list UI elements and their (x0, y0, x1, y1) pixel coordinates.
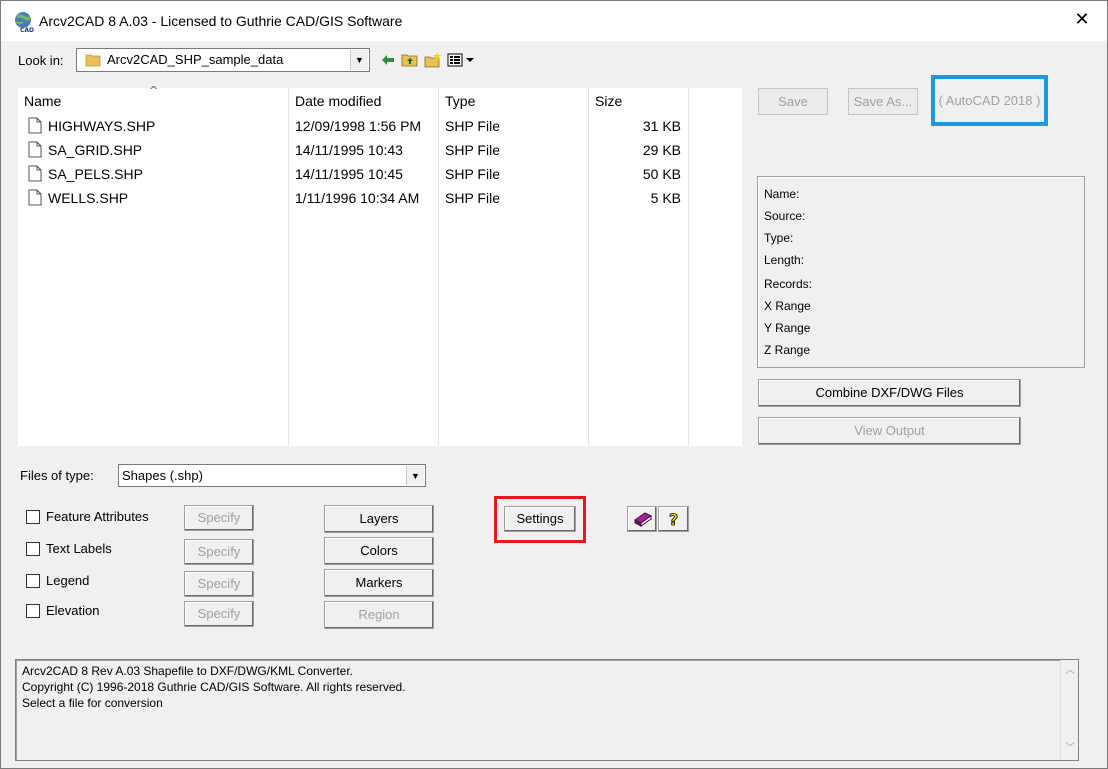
column-header-size[interactable]: Size (595, 93, 622, 109)
scroll-down-icon[interactable]: ﹀ (1061, 740, 1079, 758)
file-date: 12/09/1998 1:56 PM (295, 118, 422, 134)
close-icon[interactable]: ✕ (1073, 11, 1091, 29)
up-folder-icon[interactable] (401, 51, 419, 69)
info-xrange-label: X Range (764, 299, 811, 313)
view-menu-icon[interactable] (447, 51, 477, 69)
filetype-label: Files of type: (20, 468, 94, 483)
region-button[interactable]: Region (324, 601, 434, 629)
file-icon (28, 141, 42, 158)
file-icon (28, 165, 42, 182)
markers-button[interactable]: Markers (324, 569, 434, 597)
view-output-button[interactable]: View Output (758, 417, 1021, 445)
title-bar[interactable]: CAD Arcv2CAD 8 A.03 - Licensed to Guthri… (1, 1, 1107, 41)
settings-button[interactable]: Settings (504, 506, 576, 532)
status-line-2: Copyright (C) 1996-2018 Guthrie CAD/GIS … (22, 680, 406, 694)
column-header-date[interactable]: Date modified (295, 93, 381, 109)
lookin-folder-name: Arcv2CAD_SHP_sample_data (107, 52, 284, 67)
chevron-down-icon[interactable]: ▼ (350, 50, 368, 70)
filetype-select[interactable]: Shapes (.shp) ▼ (118, 464, 426, 487)
save-button[interactable]: Save (758, 88, 828, 115)
autocad-version-button[interactable]: ( AutoCAD 2018 ) (935, 93, 1044, 108)
question-mark-icon: ? (669, 510, 679, 528)
info-type-label: Type: (764, 231, 794, 245)
sort-ascending-icon: ^ (149, 84, 159, 97)
new-folder-icon[interactable] (424, 51, 442, 69)
vertical-scrollbar[interactable]: ︿ ﹀ (1060, 660, 1078, 760)
chevron-down-icon[interactable]: ▼ (406, 466, 424, 485)
legend-checkbox[interactable] (26, 574, 40, 588)
colors-button[interactable]: Colors (324, 537, 434, 565)
file-type: SHP File (445, 190, 500, 206)
file-row[interactable]: WELLS.SHP 1/11/1996 10:34 AM SHP File 5 … (18, 186, 742, 210)
column-header-name[interactable]: Name (24, 93, 61, 109)
file-date: 14/11/1995 10:43 (295, 142, 403, 158)
help-button[interactable]: ? (658, 506, 689, 532)
file-row[interactable]: HIGHWAYS.SHP 12/09/1998 1:56 PM SHP File… (18, 114, 742, 138)
elevation-label: Elevation (46, 603, 100, 618)
combine-dxf-dwg-button[interactable]: Combine DXF/DWG Files (758, 379, 1021, 407)
info-zrange-label: Z Range (764, 343, 811, 357)
svg-text:CAD: CAD (20, 27, 34, 33)
file-size: 5 KB (650, 190, 681, 206)
specify-text-labels-button[interactable]: Specify (184, 539, 254, 565)
file-size: 31 KB (642, 118, 681, 134)
file-date: 1/11/1996 10:34 AM (295, 190, 420, 206)
file-name: SA_PELS.SHP (48, 166, 143, 182)
status-text-area[interactable]: Arcv2CAD 8 Rev A.03 Shapefile to DXF/DWG… (15, 659, 1079, 761)
file-name: SA_GRID.SHP (48, 142, 143, 158)
column-header-type[interactable]: Type (445, 93, 475, 109)
status-line-3: Select a file for conversion (22, 696, 163, 710)
file-list[interactable]: ^ Name Date modified Type Size HIGHWAYS.… (18, 84, 742, 446)
file-row[interactable]: SA_GRID.SHP 14/11/1995 10:43 SHP File 29… (18, 138, 742, 162)
scroll-up-icon[interactable]: ︿ (1061, 662, 1079, 680)
file-icon (28, 117, 42, 134)
layers-button[interactable]: Layers (324, 505, 434, 533)
info-source-label: Source: (764, 209, 806, 223)
manual-book-button[interactable] (627, 506, 657, 532)
file-date: 14/11/1995 10:45 (295, 166, 403, 182)
main-window: CAD Arcv2CAD 8 A.03 - Licensed to Guthri… (0, 0, 1108, 769)
globe-cad-icon: CAD (15, 12, 34, 33)
feature-attributes-label: Feature Attributes (46, 509, 149, 524)
specify-legend-button[interactable]: Specify (184, 571, 254, 597)
status-line-1: Arcv2CAD 8 Rev A.03 Shapefile to DXF/DWG… (22, 664, 354, 678)
text-labels-checkbox[interactable] (26, 542, 40, 556)
lookin-label: Look in: (18, 53, 64, 68)
specify-feature-attributes-button[interactable]: Specify (184, 505, 254, 531)
legend-label: Legend (46, 573, 90, 588)
svg-text:?: ? (669, 510, 678, 528)
info-name-label: Name: (764, 187, 800, 201)
filetype-value: Shapes (.shp) (122, 468, 203, 483)
file-type: SHP File (445, 118, 500, 134)
file-size: 29 KB (642, 142, 681, 158)
specify-elevation-button[interactable]: Specify (184, 601, 254, 627)
text-labels-label: Text Labels (46, 541, 112, 556)
book-icon (634, 512, 652, 527)
lookin-combo[interactable]: Arcv2CAD_SHP_sample_data ▼ (76, 48, 370, 72)
file-type: SHP File (445, 142, 500, 158)
info-length-label: Length: (764, 253, 805, 267)
file-icon (28, 189, 42, 206)
feature-attributes-checkbox[interactable] (26, 510, 40, 524)
elevation-checkbox[interactable] (26, 604, 40, 618)
save-as-button[interactable]: Save As... (848, 88, 918, 115)
file-name: HIGHWAYS.SHP (48, 118, 156, 134)
folder-icon (85, 54, 101, 67)
file-size: 50 KB (642, 166, 681, 182)
file-name: WELLS.SHP (48, 190, 129, 206)
file-type: SHP File (445, 166, 500, 182)
info-records-label: Records: (764, 277, 813, 291)
info-yrange-label: Y Range (764, 321, 811, 335)
file-info-panel: Name: Source: Type: Length: Records: X R… (757, 176, 1085, 368)
file-row[interactable]: SA_PELS.SHP 14/11/1995 10:45 SHP File 50… (18, 162, 742, 186)
back-arrow-icon[interactable] (379, 51, 397, 69)
window-title: Arcv2CAD 8 A.03 - Licensed to Guthrie CA… (39, 13, 403, 29)
